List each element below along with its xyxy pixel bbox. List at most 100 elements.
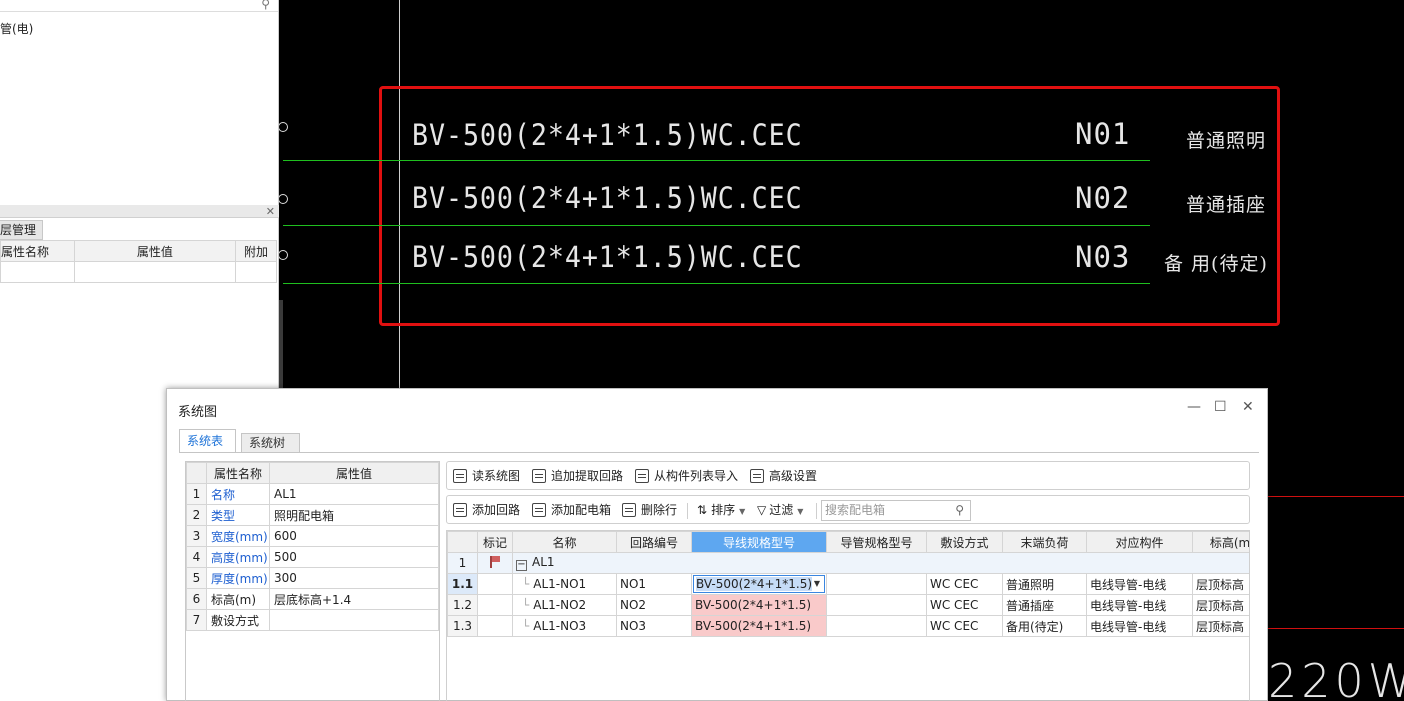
system-diagram-dialog: 系统图 — ☐ ✕ 系统表 系统树 属性名称 属性值 1 名称 AL1 2 类型… bbox=[166, 388, 1268, 701]
property-name: 厚度(mm) bbox=[206, 567, 270, 589]
name-cell[interactable]: └ AL1-NO2 bbox=[512, 594, 617, 616]
button-label: 添加配电箱 bbox=[551, 503, 612, 517]
loop-number-cell[interactable]: NO3 bbox=[616, 615, 692, 637]
mark-cell[interactable] bbox=[477, 615, 513, 637]
table-cell[interactable] bbox=[0, 261, 75, 283]
button-label: 从构件列表导入 bbox=[654, 469, 739, 483]
column-header[interactable]: 导管规格型号 bbox=[826, 531, 927, 553]
tree-connector: └ bbox=[522, 619, 530, 633]
end-load-cell[interactable]: 备用(待定) bbox=[1002, 615, 1087, 637]
tab-system-tree[interactable]: 系统树 bbox=[241, 433, 300, 453]
column-header[interactable]: 名称 bbox=[512, 531, 617, 553]
minimize-button[interactable]: — bbox=[1187, 399, 1201, 415]
mark-cell[interactable] bbox=[477, 594, 513, 616]
column-header[interactable]: 末端负荷 bbox=[1002, 531, 1087, 553]
column-header[interactable]: 回路编号 bbox=[616, 531, 692, 553]
name-text: AL1-NO2 bbox=[533, 598, 587, 612]
cad-circle-marker bbox=[278, 122, 288, 132]
tab-system-table[interactable]: 系统表 bbox=[179, 429, 236, 453]
property-value[interactable] bbox=[269, 609, 439, 631]
property-name: 高度(mm) bbox=[206, 546, 270, 568]
delete-row-button[interactable]: 删除行 bbox=[622, 502, 677, 520]
name-cell[interactable]: └ AL1-NO3 bbox=[512, 615, 617, 637]
end-load-cell[interactable]: 普通插座 bbox=[1002, 594, 1087, 616]
cad-loop-number: N02 bbox=[1075, 181, 1131, 215]
group-name: AL1 bbox=[532, 555, 555, 569]
property-value[interactable]: 300 bbox=[269, 567, 439, 589]
loop-number-cell[interactable]: NO2 bbox=[616, 594, 692, 616]
wire-spec-dropdown[interactable]: BV-500(2*4+1*1.5) ▼ bbox=[691, 573, 827, 595]
tab-layer-management[interactable]: 层管理 bbox=[0, 220, 43, 240]
column-header[interactable]: 标记 bbox=[477, 531, 513, 553]
elevation-cell[interactable]: 层顶标高 bbox=[1192, 615, 1249, 637]
laying-method-cell[interactable]: WC CEC bbox=[926, 594, 1003, 616]
group-name-cell[interactable]: − AL1 bbox=[512, 552, 1249, 574]
table-row[interactable]: 1.2 └ AL1-NO2 NO2 BV-500(2*4+1*1.5) WC CE… bbox=[447, 594, 1249, 616]
add-loop-button[interactable]: 添加回路 bbox=[453, 502, 520, 520]
advanced-settings-button[interactable]: 高级设置 bbox=[750, 468, 817, 486]
property-value[interactable]: 600 bbox=[269, 525, 439, 547]
table-cell[interactable] bbox=[73, 261, 237, 283]
cad-cable-text: BV-500(2*4+1*1.5)WC.CEC bbox=[412, 118, 803, 152]
component-cell[interactable]: 电线导管-电线 bbox=[1086, 573, 1193, 595]
close-button[interactable]: ✕ bbox=[1242, 399, 1254, 415]
row-number: 1 bbox=[447, 552, 478, 574]
import-from-component-list-button[interactable]: 从构件列表导入 bbox=[635, 468, 738, 486]
chevron-down-icon[interactable]: ▼ bbox=[814, 576, 820, 592]
table-row[interactable]: 1.1 └ AL1-NO1 NO1 BV-500(2*4+1*1.5) ▼ WC C… bbox=[447, 573, 1249, 595]
sort-button[interactable]: ⇅ 排序 ▼ bbox=[697, 502, 745, 520]
search-box-input[interactable]: 搜索配电箱 ⚲ bbox=[821, 500, 971, 521]
table-row[interactable]: 1.3 └ AL1-NO3 NO3 BV-500(2*4+1*1.5) WC CE… bbox=[447, 615, 1249, 637]
property-value[interactable]: 层底标高+1.4 bbox=[269, 588, 439, 610]
mark-cell[interactable] bbox=[477, 573, 513, 595]
name-text: AL1-NO3 bbox=[533, 619, 587, 633]
elevation-cell[interactable]: 层顶标高 bbox=[1192, 594, 1249, 616]
layer-property-table: 属性名称 属性值 附加 bbox=[0, 240, 277, 283]
pipe-spec-cell[interactable] bbox=[826, 615, 927, 637]
component-cell[interactable]: 电线导管-电线 bbox=[1086, 615, 1193, 637]
add-loop-icon bbox=[453, 503, 467, 517]
property-value[interactable]: 照明配电箱 bbox=[269, 504, 439, 526]
component-cell[interactable]: 电线导管-电线 bbox=[1086, 594, 1193, 616]
close-icon[interactable]: ✕ bbox=[266, 205, 275, 218]
group-row[interactable]: 1 − AL1 bbox=[447, 552, 1249, 574]
end-load-cell[interactable]: 普通照明 bbox=[1002, 573, 1087, 595]
settings-icon bbox=[750, 469, 764, 483]
elevation-cell[interactable]: 层顶标高 bbox=[1192, 573, 1249, 595]
add-distribution-box-button[interactable]: 添加配电箱 bbox=[532, 502, 611, 520]
button-label: 添加回路 bbox=[472, 503, 521, 517]
table-cell[interactable] bbox=[235, 261, 277, 283]
tree-item[interactable]: 管(电) bbox=[0, 20, 33, 37]
name-cell[interactable]: └ AL1-NO1 bbox=[512, 573, 617, 595]
column-header[interactable]: 标高(m bbox=[1192, 531, 1249, 553]
append-extract-loop-button[interactable]: 追加提取回路 bbox=[532, 468, 623, 486]
laying-method-cell[interactable]: WC CEC bbox=[926, 573, 1003, 595]
maximize-button[interactable]: ☐ bbox=[1214, 399, 1227, 415]
search-icon[interactable]: ⚲ bbox=[955, 501, 964, 520]
column-header[interactable]: 敷设方式 bbox=[926, 531, 1003, 553]
search-placeholder: 搜索配电箱 bbox=[825, 503, 886, 517]
property-name: 宽度(mm) bbox=[206, 525, 270, 547]
search-icon[interactable]: ⚲ bbox=[261, 0, 270, 11]
pipe-spec-cell[interactable] bbox=[826, 573, 927, 595]
column-header-selected[interactable]: 导线规格型号 bbox=[691, 531, 827, 553]
loop-number-cell[interactable]: NO1 bbox=[616, 573, 692, 595]
laying-method-cell[interactable]: WC CEC bbox=[926, 615, 1003, 637]
distribution-box-icon bbox=[490, 555, 500, 568]
chevron-down-icon: ▼ bbox=[797, 507, 804, 516]
property-grid: 属性名称 属性值 1 名称 AL1 2 类型 照明配电箱 3 宽度(mm) 60… bbox=[185, 461, 440, 701]
mark-cell[interactable] bbox=[477, 552, 513, 574]
read-system-diagram-button[interactable]: 读系统图 bbox=[453, 468, 520, 486]
column-header[interactable]: 对应构件 bbox=[1086, 531, 1193, 553]
property-value[interactable]: AL1 bbox=[269, 483, 439, 505]
pipe-spec-cell[interactable] bbox=[826, 594, 927, 616]
collapse-icon[interactable]: − bbox=[516, 560, 527, 571]
button-label: 读系统图 bbox=[472, 469, 521, 483]
property-value[interactable]: 500 bbox=[269, 546, 439, 568]
filter-button[interactable]: ▽ 过滤 ▼ bbox=[757, 502, 803, 520]
tree-search-strip[interactable]: ⚲ bbox=[0, 0, 278, 12]
cad-red-line bbox=[1268, 496, 1404, 497]
cad-cable-text: BV-500(2*4+1*1.5)WC.CEC bbox=[412, 181, 803, 215]
wire-spec-cell[interactable]: BV-500(2*4+1*1.5) bbox=[691, 615, 827, 637]
wire-spec-cell[interactable]: BV-500(2*4+1*1.5) bbox=[691, 594, 827, 616]
